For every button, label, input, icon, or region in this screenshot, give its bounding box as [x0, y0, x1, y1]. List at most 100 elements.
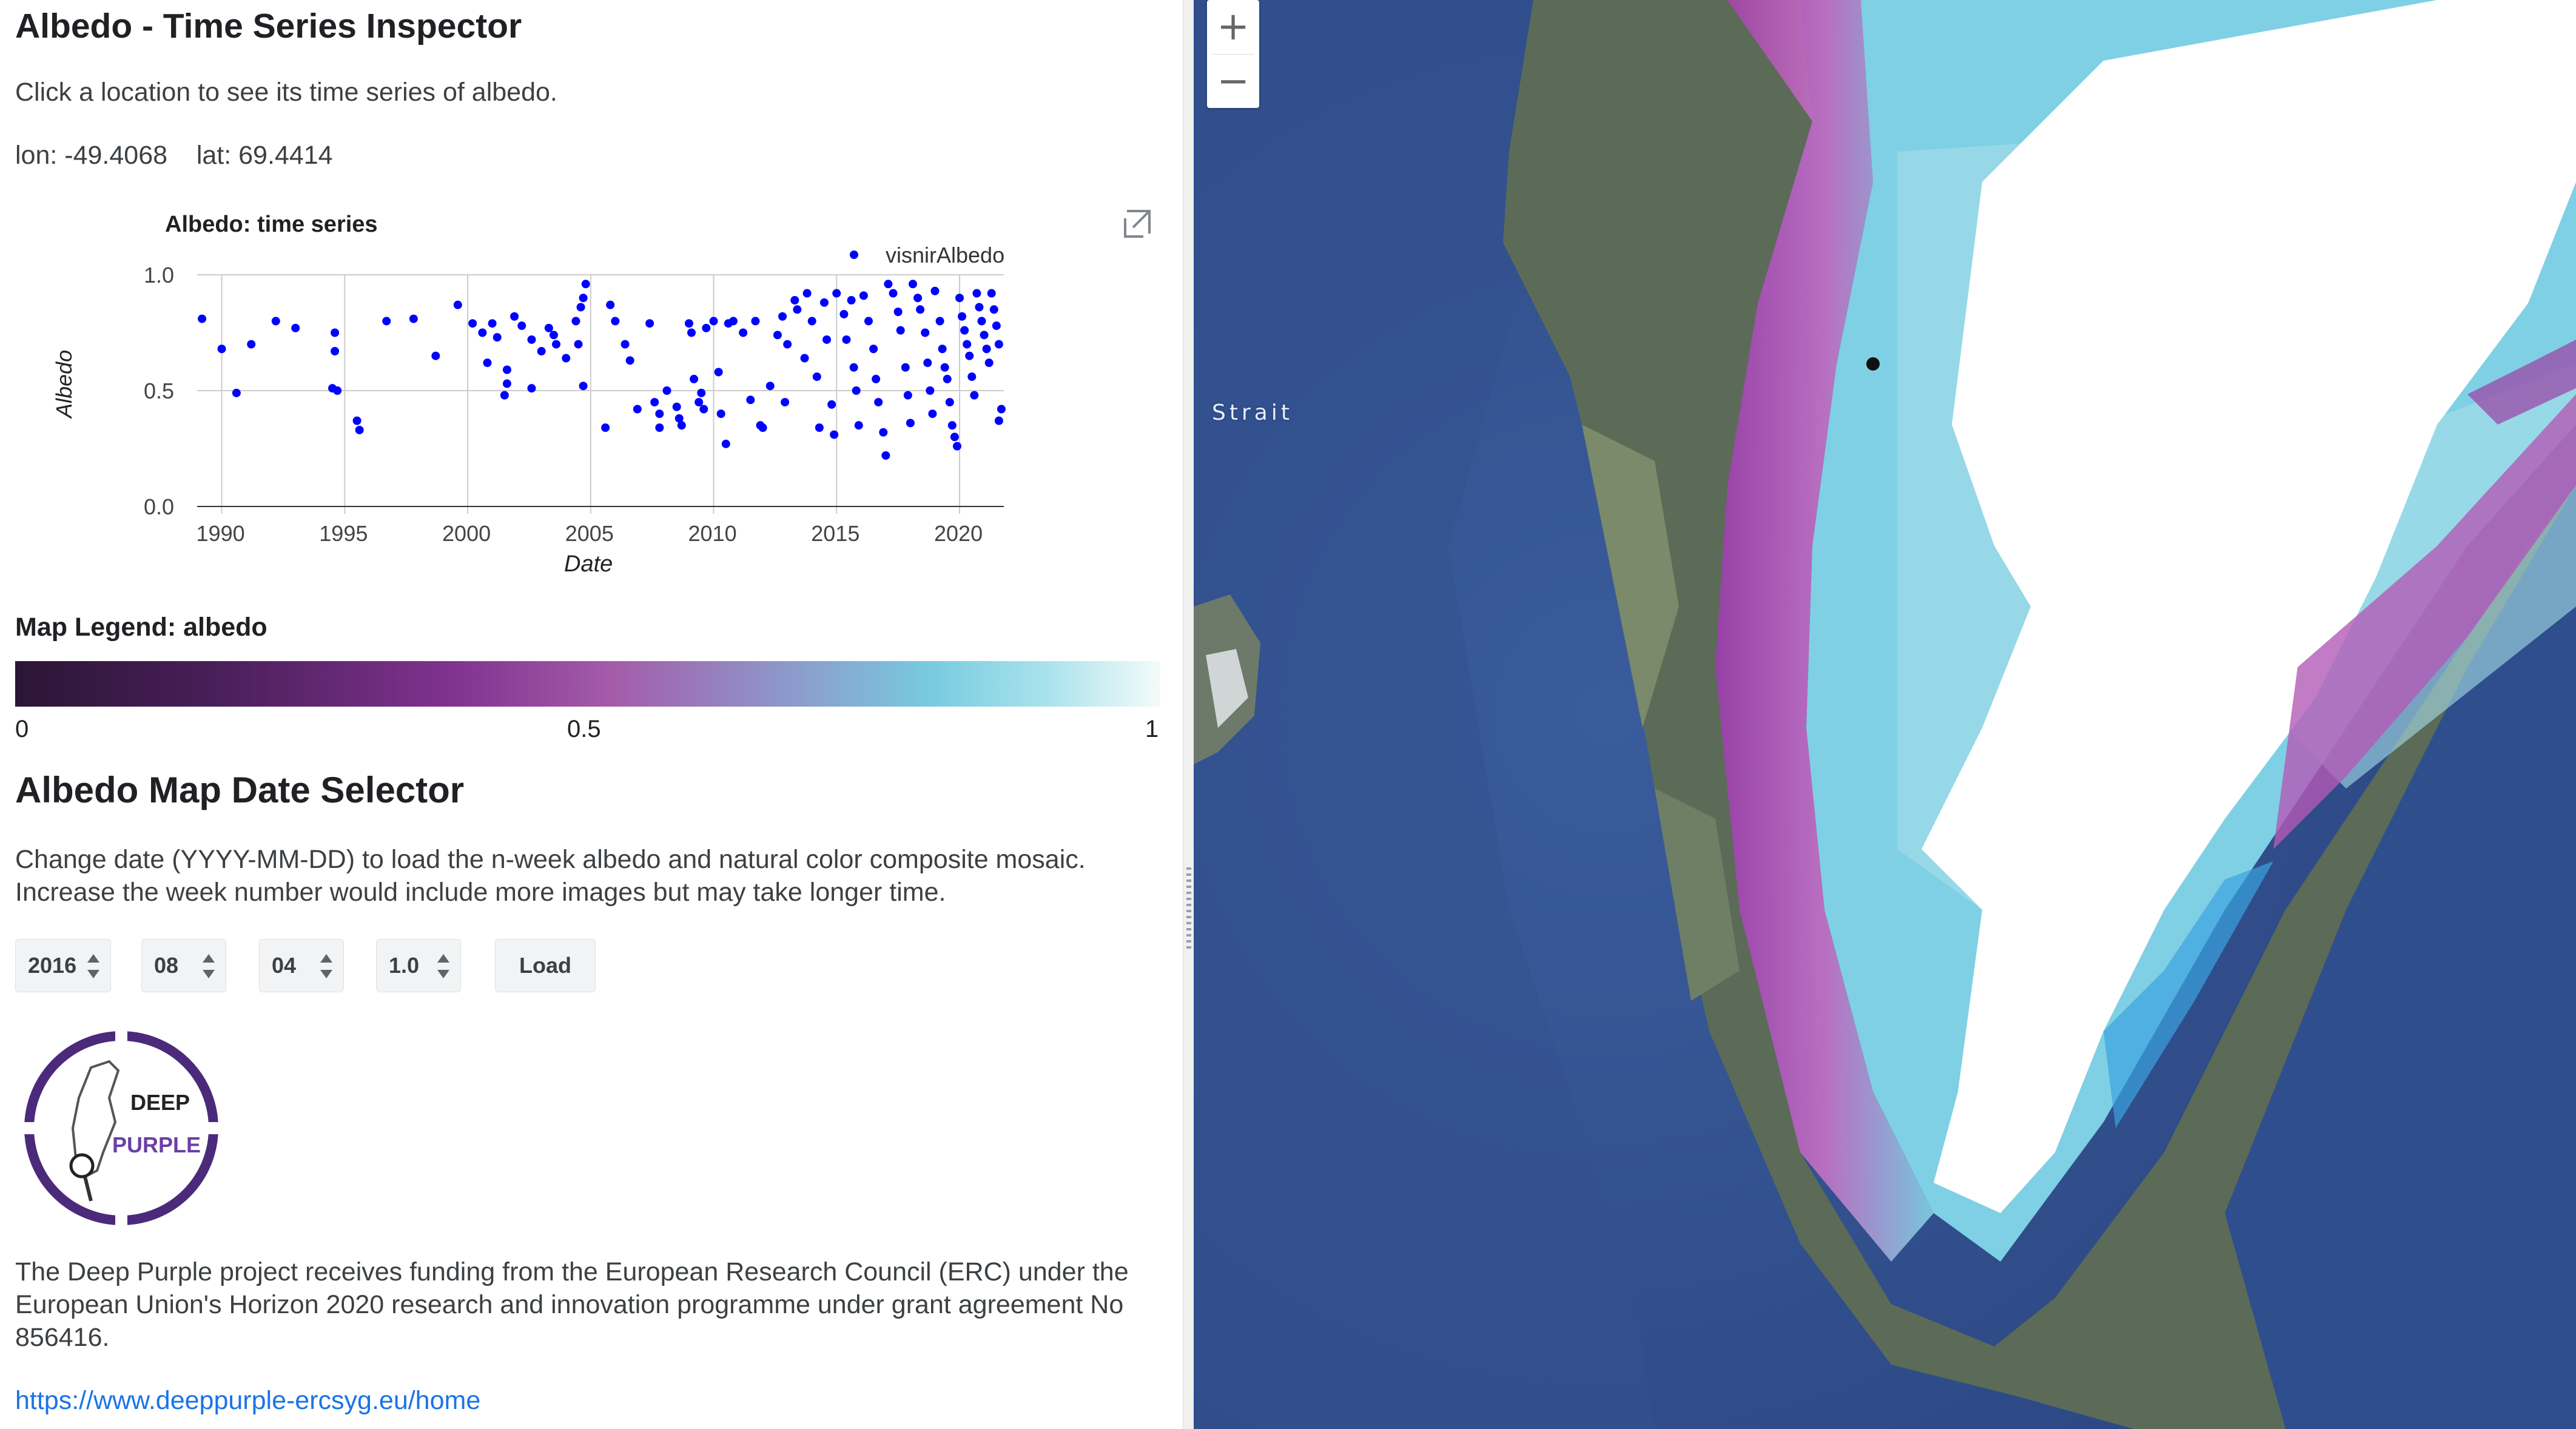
data-point[interactable]: [655, 409, 664, 419]
data-point[interactable]: [783, 340, 792, 349]
data-point[interactable]: [901, 363, 910, 372]
data-point[interactable]: [908, 280, 917, 289]
data-point[interactable]: [746, 395, 755, 405]
data-point[interactable]: [827, 400, 836, 409]
data-point[interactable]: [355, 425, 364, 434]
data-point[interactable]: [955, 294, 964, 303]
data-point[interactable]: [847, 296, 856, 305]
data-point[interactable]: [984, 358, 994, 368]
data-point[interactable]: [893, 308, 903, 317]
data-point[interactable]: [967, 372, 977, 382]
data-point[interactable]: [662, 386, 671, 395]
data-point[interactable]: [500, 391, 509, 400]
data-point[interactable]: [502, 379, 511, 388]
data-point[interactable]: [699, 405, 708, 414]
data-point[interactable]: [800, 354, 809, 363]
zoom-in-button[interactable]: +: [1207, 0, 1259, 53]
data-point[interactable]: [975, 303, 984, 312]
data-point[interactable]: [950, 432, 959, 442]
day-select[interactable]: 04: [259, 939, 344, 992]
data-point[interactable]: [945, 398, 954, 407]
data-point[interactable]: [997, 405, 1006, 414]
data-point[interactable]: [819, 298, 829, 307]
data-point[interactable]: [874, 398, 883, 407]
data-point[interactable]: [552, 340, 561, 349]
data-point[interactable]: [793, 305, 802, 314]
data-point[interactable]: [574, 340, 583, 349]
data-point[interactable]: [906, 419, 915, 428]
data-point[interactable]: [271, 317, 280, 326]
data-point[interactable]: [579, 294, 588, 303]
data-point[interactable]: [684, 319, 693, 328]
data-point[interactable]: [478, 328, 487, 337]
data-point[interactable]: [601, 423, 610, 432]
data-point[interactable]: [972, 289, 981, 298]
data-point[interactable]: [694, 398, 704, 407]
panel-splitter[interactable]: [1183, 0, 1194, 1429]
data-point[interactable]: [994, 416, 1003, 425]
data-point[interactable]: [952, 442, 961, 451]
data-point[interactable]: [655, 423, 664, 432]
data-point[interactable]: [807, 317, 816, 326]
data-point[interactable]: [650, 398, 659, 407]
data-point[interactable]: [198, 314, 207, 323]
data-point[interactable]: [453, 300, 462, 309]
data-point[interactable]: [913, 294, 923, 303]
data-point[interactable]: [581, 280, 590, 289]
data-point[interactable]: [382, 317, 391, 326]
data-point[interactable]: [576, 303, 585, 312]
data-point[interactable]: [625, 356, 634, 365]
data-point[interactable]: [947, 421, 957, 430]
data-point[interactable]: [958, 312, 967, 321]
data-point[interactable]: [728, 317, 738, 326]
data-point[interactable]: [869, 345, 878, 354]
data-point[interactable]: [352, 416, 362, 425]
data-point[interactable]: [940, 363, 949, 372]
data-point[interactable]: [702, 323, 711, 332]
data-point[interactable]: [963, 340, 972, 349]
data-point[interactable]: [247, 340, 256, 349]
data-point[interactable]: [502, 365, 511, 374]
data-point[interactable]: [773, 331, 782, 340]
data-point[interactable]: [980, 331, 989, 340]
data-point[interactable]: [872, 374, 881, 383]
data-point[interactable]: [721, 439, 730, 448]
data-point[interactable]: [571, 317, 580, 326]
year-select[interactable]: 2016: [15, 939, 111, 992]
data-point[interactable]: [977, 317, 986, 326]
map-view[interactable]: + − Strait: [1194, 0, 2576, 1429]
data-point[interactable]: [579, 382, 588, 391]
data-point[interactable]: [527, 335, 536, 344]
data-point[interactable]: [697, 388, 706, 397]
data-point[interactable]: [822, 335, 832, 344]
data-point[interactable]: [960, 326, 969, 335]
data-point[interactable]: [751, 317, 760, 326]
data-point[interactable]: [839, 309, 849, 318]
data-point[interactable]: [527, 384, 536, 393]
data-point[interactable]: [970, 391, 979, 400]
open-in-new-icon[interactable]: [1124, 210, 1151, 238]
data-point[interactable]: [849, 363, 858, 372]
data-point[interactable]: [790, 296, 799, 305]
data-point[interactable]: [510, 312, 519, 321]
data-point[interactable]: [815, 423, 824, 432]
data-point[interactable]: [488, 319, 497, 328]
data-point[interactable]: [645, 319, 654, 328]
project-link[interactable]: https://www.deeppurple-ercsyg.eu/home: [15, 1386, 480, 1416]
data-point[interactable]: [611, 317, 620, 326]
data-point[interactable]: [854, 421, 863, 430]
data-point[interactable]: [468, 319, 477, 328]
data-point[interactable]: [714, 368, 723, 377]
data-point[interactable]: [537, 347, 546, 356]
data-point[interactable]: [328, 384, 337, 393]
load-button[interactable]: Load: [495, 939, 596, 992]
data-point[interactable]: [620, 340, 630, 349]
data-point[interactable]: [994, 340, 1003, 349]
albedo-chart[interactable]: Albedo: time series 0.0 0.5 1.0 1990 1995 2000…: [0, 194, 1183, 588]
data-point[interactable]: [677, 421, 686, 430]
data-point[interactable]: [923, 358, 932, 368]
data-point[interactable]: [431, 351, 440, 360]
map-canvas[interactable]: [1194, 0, 2576, 1429]
data-point[interactable]: [930, 286, 940, 295]
data-point[interactable]: [778, 312, 787, 321]
